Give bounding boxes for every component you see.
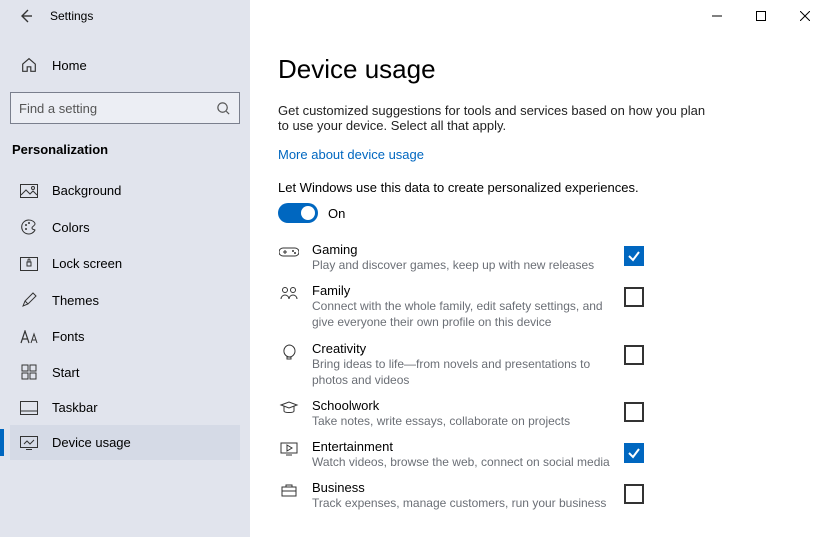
window-title: Settings <box>50 9 93 23</box>
option-subtitle: Connect with the whole family, edit safe… <box>312 298 612 330</box>
titlebar: Settings <box>0 0 827 32</box>
option-title: Schoolwork <box>312 398 612 413</box>
sidebar-item-label: Colors <box>52 220 90 235</box>
sidebar-item-fonts[interactable]: Fonts <box>10 319 240 354</box>
category-heading: Personalization <box>10 138 240 173</box>
creativity-icon <box>278 343 300 361</box>
sidebar-item-lock-screen[interactable]: Lock screen <box>10 246 240 281</box>
option-subtitle: Play and discover games, keep up with ne… <box>312 257 612 273</box>
option-checkbox-creativity[interactable] <box>624 345 644 365</box>
option-title: Entertainment <box>312 439 612 454</box>
sidebar-item-start[interactable]: Start <box>10 354 240 390</box>
minimize-button[interactable] <box>695 0 739 32</box>
entertainment-icon <box>278 441 300 457</box>
content-area: Device usage Get customized suggestions … <box>250 32 827 537</box>
device-usage-icon <box>20 436 38 450</box>
option-subtitle: Track expenses, manage customers, run yo… <box>312 495 612 511</box>
option-checkbox-business[interactable] <box>624 484 644 504</box>
option-checkbox-gaming[interactable] <box>624 246 644 266</box>
back-button[interactable] <box>14 4 38 28</box>
start-icon <box>20 364 38 380</box>
sidebar-item-label: Device usage <box>52 435 131 450</box>
close-icon <box>800 11 810 21</box>
home-label: Home <box>52 58 87 73</box>
option-subtitle: Watch videos, browse the web, connect on… <box>312 454 612 470</box>
close-button[interactable] <box>783 0 827 32</box>
page-title: Device usage <box>278 54 799 85</box>
sidebar: Home Personalization Background Colors L… <box>0 32 250 537</box>
usage-options: Gaming Play and discover games, keep up … <box>278 237 644 517</box>
brush-icon <box>20 291 38 309</box>
palette-icon <box>20 218 38 236</box>
sidebar-item-background[interactable]: Background <box>10 173 240 208</box>
toggle-label: Let Windows use this data to create pers… <box>278 180 799 195</box>
option-subtitle: Take notes, write essays, collaborate on… <box>312 413 612 429</box>
option-title: Business <box>312 480 612 495</box>
sidebar-item-label: Start <box>52 365 79 380</box>
sidebar-item-taskbar[interactable]: Taskbar <box>10 390 240 425</box>
option-entertainment: Entertainment Watch videos, browse the w… <box>278 434 644 475</box>
toggle-knob <box>301 206 315 220</box>
personalized-toggle[interactable] <box>278 203 318 223</box>
home-icon <box>20 56 38 74</box>
taskbar-icon <box>20 401 38 415</box>
option-title: Family <box>312 283 612 298</box>
toggle-state-label: On <box>328 206 345 221</box>
option-gaming: Gaming Play and discover games, keep up … <box>278 237 644 278</box>
sidebar-item-label: Fonts <box>52 329 85 344</box>
option-title: Gaming <box>312 242 612 257</box>
option-checkbox-schoolwork[interactable] <box>624 402 644 422</box>
arrow-left-icon <box>18 8 34 24</box>
picture-icon <box>20 184 38 198</box>
sidebar-item-label: Background <box>52 183 121 198</box>
search-icon <box>216 101 231 116</box>
sidebar-item-label: Taskbar <box>52 400 98 415</box>
lock-screen-icon <box>20 257 38 271</box>
option-checkbox-entertainment[interactable] <box>624 443 644 463</box>
schoolwork-icon <box>278 400 300 416</box>
maximize-icon <box>756 11 766 21</box>
home-nav[interactable]: Home <box>10 46 240 84</box>
maximize-button[interactable] <box>739 0 783 32</box>
font-icon <box>20 330 38 344</box>
page-description: Get customized suggestions for tools and… <box>278 103 718 133</box>
search-input[interactable] <box>19 101 216 116</box>
option-checkbox-family[interactable] <box>624 287 644 307</box>
business-icon <box>278 482 300 498</box>
option-title: Creativity <box>312 341 612 356</box>
sidebar-item-themes[interactable]: Themes <box>10 281 240 319</box>
sidebar-item-label: Lock screen <box>52 256 122 271</box>
sidebar-item-device-usage[interactable]: Device usage <box>10 425 240 460</box>
family-icon <box>278 285 300 301</box>
minimize-icon <box>712 11 722 21</box>
option-business: Business Track expenses, manage customer… <box>278 475 644 516</box>
more-about-link[interactable]: More about device usage <box>278 147 424 162</box>
option-creativity: Creativity Bring ideas to life—from nove… <box>278 336 644 393</box>
search-box[interactable] <box>10 92 240 124</box>
option-schoolwork: Schoolwork Take notes, write essays, col… <box>278 393 644 434</box>
sidebar-item-label: Themes <box>52 293 99 308</box>
gaming-icon <box>278 244 300 260</box>
sidebar-item-colors[interactable]: Colors <box>10 208 240 246</box>
option-family: Family Connect with the whole family, ed… <box>278 278 644 335</box>
option-subtitle: Bring ideas to life—from novels and pres… <box>312 356 612 388</box>
